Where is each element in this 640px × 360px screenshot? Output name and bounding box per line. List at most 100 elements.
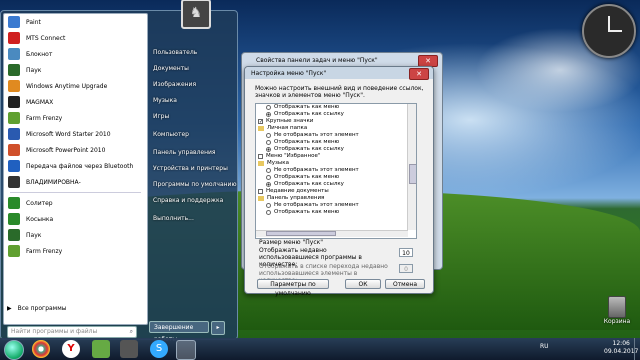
program-item[interactable]: MAGMAX bbox=[4, 94, 147, 110]
option-radio[interactable]: Отображать как меню bbox=[256, 174, 406, 181]
yandex-browser-icon[interactable]: Y bbox=[62, 340, 80, 358]
radio-button[interactable] bbox=[266, 168, 271, 173]
horizontal-scrollbar[interactable] bbox=[256, 230, 408, 237]
option-folder[interactable]: Музыка bbox=[256, 160, 406, 167]
start-menu-programs: Paint MTS Connect Блокнот Паук Windows Anyti… bbox=[3, 13, 148, 325]
radio-button[interactable] bbox=[266, 112, 271, 117]
start-right-item[interactable]: Справка и поддержка bbox=[153, 197, 223, 204]
option-folder[interactable]: Личная папка bbox=[256, 125, 406, 132]
start-right-item[interactable]: Пользователь bbox=[153, 49, 197, 56]
option-radio[interactable]: Не отображать этот элемент bbox=[256, 202, 406, 209]
start-right-item[interactable]: Компьютер bbox=[153, 131, 189, 138]
option-label: Отображать как ссылку bbox=[274, 111, 344, 117]
close-button[interactable]: ✕ bbox=[409, 68, 429, 80]
recent-programs-stepper[interactable]: 10 bbox=[399, 248, 413, 257]
radio-button[interactable] bbox=[266, 133, 271, 138]
program-label: Farm Frenzy bbox=[26, 114, 63, 122]
program-item[interactable]: Паук bbox=[4, 227, 147, 243]
all-programs-label: Все программы bbox=[17, 305, 67, 312]
program-item[interactable]: Farm Frenzy bbox=[4, 243, 147, 259]
vertical-scrollbar[interactable] bbox=[407, 104, 416, 230]
option-check[interactable]: Недавние документы bbox=[256, 188, 406, 195]
option-check[interactable]: Меню "Избранное" bbox=[256, 153, 406, 160]
program-item[interactable]: Солитер bbox=[4, 195, 147, 211]
option-radio[interactable]: Отображать как меню bbox=[256, 139, 406, 146]
mts-icon bbox=[8, 32, 20, 44]
start-search-input[interactable]: Найти программы и файлы ⌕ bbox=[7, 326, 137, 338]
world-of-tanks-icon[interactable] bbox=[120, 340, 138, 358]
radio-button[interactable] bbox=[266, 203, 271, 208]
option-check[interactable]: ✓ Крупные значки bbox=[256, 118, 406, 125]
option-radio[interactable]: Отображать как ссылку bbox=[256, 111, 406, 118]
scrollbar-thumb[interactable] bbox=[266, 231, 336, 236]
option-radio[interactable]: Отображать как меню bbox=[256, 209, 406, 216]
checkbox[interactable] bbox=[258, 189, 263, 194]
ok-button[interactable]: ОК bbox=[345, 279, 381, 289]
program-label: Paint bbox=[26, 18, 41, 26]
start-button[interactable] bbox=[4, 340, 24, 360]
recycle-bin[interactable]: Корзина bbox=[602, 296, 632, 325]
program-item[interactable]: Paint bbox=[4, 14, 147, 30]
program-item[interactable]: ВЛАДИМИРОВНА- bbox=[4, 174, 147, 190]
clock-gadget[interactable] bbox=[582, 4, 636, 58]
dialog-titlebar[interactable]: Настройка меню "Пуск" ✕ bbox=[245, 67, 433, 80]
start-right-item[interactable]: Устройства и принтеры bbox=[153, 165, 228, 172]
start-right-item[interactable]: Изображения bbox=[153, 81, 196, 88]
program-item[interactable]: MTS Connect bbox=[4, 30, 147, 46]
start-menu-options-list[interactable]: Отображать как меню Отображать как ссылку… bbox=[255, 103, 417, 239]
program-item[interactable]: Farm Frenzy bbox=[4, 110, 147, 126]
powerpoint-icon bbox=[8, 144, 20, 156]
radio-button[interactable] bbox=[266, 210, 271, 215]
option-radio[interactable]: Не отображать этот элемент bbox=[256, 167, 406, 174]
language-indicator[interactable]: RU bbox=[540, 343, 549, 350]
radio-button[interactable] bbox=[266, 105, 271, 110]
shutdown-options-button[interactable]: ▸ bbox=[211, 321, 225, 335]
start-right-item[interactable]: Документы bbox=[153, 65, 189, 72]
checkbox[interactable]: ✓ bbox=[258, 119, 263, 125]
start-right-item[interactable]: Игры bbox=[153, 113, 169, 120]
option-radio[interactable]: Отображать как ссылку bbox=[256, 181, 406, 188]
program-item[interactable]: Microsoft Word Starter 2010 bbox=[4, 126, 147, 142]
option-radio[interactable]: Не отображать этот элемент bbox=[256, 132, 406, 139]
program-item[interactable]: Windows Anytime Upgrade bbox=[4, 78, 147, 94]
scrollbar-thumb[interactable] bbox=[409, 164, 416, 184]
all-programs-link[interactable]: ▶ Все программы bbox=[7, 305, 66, 312]
magmax-icon bbox=[8, 96, 20, 108]
program-item[interactable]: Передача файлов через Bluetooth bbox=[4, 158, 147, 174]
option-radio[interactable]: Отображать как ссылку bbox=[256, 146, 406, 153]
option-radio[interactable]: Отображать как меню bbox=[256, 104, 406, 111]
restore-defaults-button[interactable]: Параметры по умолчанию bbox=[257, 279, 329, 297]
window-title: Свойства панели задач и меню "Пуск" bbox=[256, 57, 378, 64]
program-label: Паук bbox=[26, 66, 42, 74]
program-item[interactable]: Косынка bbox=[4, 211, 147, 227]
option-label: Отображать как ссылку bbox=[274, 146, 344, 152]
recycle-bin-icon bbox=[608, 296, 626, 318]
taskbar: Y S RU 12:06 09.04.2017 bbox=[0, 338, 640, 360]
option-label: Отображать как меню bbox=[274, 174, 340, 180]
program-item[interactable]: Паук bbox=[4, 62, 147, 78]
start-right-item[interactable]: Музыка bbox=[153, 97, 177, 104]
shutdown-button[interactable]: Завершение работы bbox=[149, 321, 209, 343]
program-item[interactable]: Блокнот bbox=[4, 46, 147, 62]
checkbox[interactable] bbox=[258, 154, 263, 159]
user-avatar[interactable]: ♞ bbox=[181, 0, 211, 29]
active-window-button[interactable] bbox=[176, 340, 196, 360]
start-right-item[interactable]: Программы по умолчанию bbox=[153, 181, 237, 188]
chrome-icon[interactable] bbox=[32, 340, 50, 358]
radio-button[interactable] bbox=[266, 140, 271, 145]
program-item[interactable]: Microsoft PowerPoint 2010 bbox=[4, 142, 147, 158]
radio-button[interactable] bbox=[266, 182, 271, 187]
jump-list-stepper[interactable]: 0 bbox=[399, 264, 413, 273]
program-label: Косынка bbox=[26, 215, 54, 223]
cancel-button[interactable]: Отмена bbox=[385, 279, 425, 289]
start-right-item[interactable]: Выполнить... bbox=[153, 215, 194, 222]
menu-separator bbox=[10, 192, 141, 193]
radio-button[interactable] bbox=[266, 147, 271, 152]
show-desktop-button[interactable] bbox=[634, 338, 640, 360]
radio-button[interactable] bbox=[266, 175, 271, 180]
skype-icon[interactable]: S bbox=[150, 340, 168, 358]
start-right-item[interactable]: Панель управления bbox=[153, 149, 216, 156]
option-folder[interactable]: Панель управления bbox=[256, 195, 406, 202]
program-label: Microsoft Word Starter 2010 bbox=[26, 130, 111, 138]
minecraft-icon[interactable] bbox=[92, 340, 110, 358]
